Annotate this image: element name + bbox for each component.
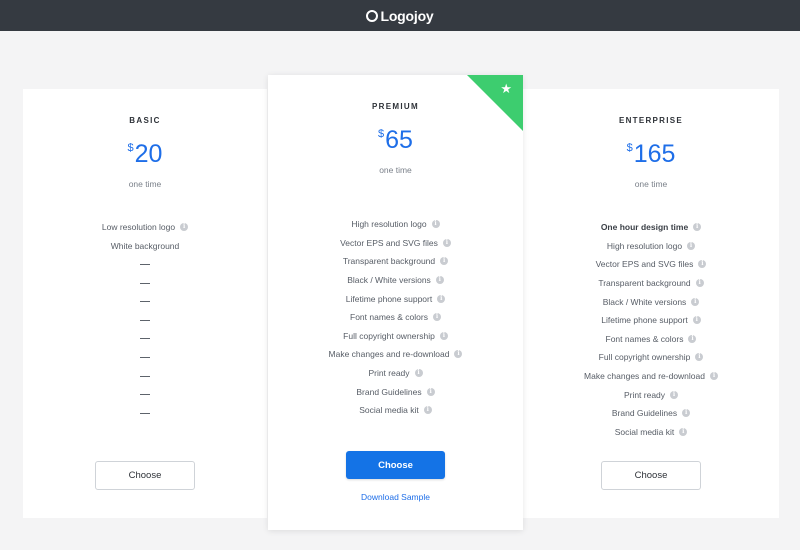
info-icon[interactable]: i	[426, 387, 435, 396]
info-icon[interactable]: i	[692, 316, 701, 325]
feature-item: Font names & colors i	[268, 308, 523, 327]
dash-icon	[140, 338, 150, 340]
plan-period: one time	[128, 179, 162, 189]
info-icon[interactable]: i	[442, 238, 451, 247]
dash-icon	[140, 394, 150, 396]
feature-item: High resolution logo i	[268, 215, 523, 234]
star-icon: ★	[500, 82, 512, 97]
plan-name: BASIC	[129, 116, 161, 125]
info-icon[interactable]: i	[180, 223, 189, 232]
feature-item: Low resolution logo i	[23, 218, 267, 237]
plan-card-premium: ★ PREMIUM $65 one time High resolution l…	[268, 75, 523, 530]
plan-name: PREMIUM	[372, 102, 419, 111]
feature-item-empty	[23, 348, 267, 367]
feature-item: Font names & colors i	[523, 330, 779, 349]
dash-icon	[140, 301, 150, 303]
info-icon[interactable]: i	[432, 313, 441, 322]
info-icon[interactable]: i	[695, 279, 704, 288]
plan-period: one time	[634, 179, 668, 189]
info-icon[interactable]: i	[439, 331, 448, 340]
feature-item: Transparent background i	[523, 274, 779, 293]
info-icon[interactable]: i	[435, 276, 444, 285]
feature-item-empty	[23, 330, 267, 349]
feature-item: Black / White versions i	[523, 292, 779, 311]
feature-item: Full copyright ownership i	[523, 348, 779, 367]
dash-icon	[140, 412, 150, 414]
info-icon[interactable]: i	[670, 390, 679, 399]
feature-item-empty	[23, 385, 267, 404]
plan-price: $20	[23, 140, 267, 169]
feature-item: Print ready i	[523, 385, 779, 404]
feature-item: Vector EPS and SVG files i	[523, 255, 779, 274]
brand-logo[interactable]: Logojoy	[366, 7, 434, 24]
currency-symbol: $	[626, 142, 633, 154]
plan-name: ENTERPRISE	[618, 116, 684, 125]
feature-item: Full copyright ownership i	[268, 327, 523, 346]
choose-premium-button[interactable]: Choose	[346, 451, 445, 479]
ring-logo-icon	[366, 9, 379, 22]
feature-item: One hour design time i	[523, 218, 779, 237]
feature-item: Vector EPS and SVG files i	[268, 234, 523, 253]
currency-symbol: $	[378, 128, 385, 140]
info-icon[interactable]: i	[440, 257, 449, 266]
feature-item-empty	[23, 367, 267, 386]
info-icon[interactable]: i	[688, 334, 697, 343]
feature-item: Social media kit i	[523, 423, 779, 442]
feature-item: High resolution logo i	[523, 237, 779, 256]
info-icon[interactable]: i	[691, 297, 700, 306]
choose-enterprise-button[interactable]: Choose	[601, 461, 701, 490]
plan-price: $65	[268, 126, 523, 155]
feature-item: Social media kit i	[268, 401, 523, 420]
info-icon[interactable]: i	[437, 294, 446, 303]
info-icon[interactable]: i	[682, 409, 691, 418]
info-icon[interactable]: i	[423, 406, 432, 415]
feature-item: Transparent background i	[268, 252, 523, 271]
feature-item-empty	[23, 255, 267, 274]
info-icon[interactable]: i	[414, 369, 423, 378]
feature-list: Low resolution logo i White background	[23, 218, 267, 423]
dash-icon	[140, 319, 150, 321]
info-icon[interactable]: i	[687, 241, 696, 250]
plan-price: $165	[523, 140, 779, 169]
brand-name: Logojoy	[380, 7, 434, 24]
feature-item: Brand Guidelines i	[523, 404, 779, 423]
info-icon[interactable]: i	[698, 260, 707, 269]
feature-item: Brand Guidelines i	[268, 382, 523, 401]
feature-item-empty	[23, 404, 267, 423]
price-amount: 165	[633, 140, 676, 168]
dash-icon	[140, 263, 150, 265]
dash-icon	[140, 375, 150, 377]
feature-item: Black / White versions i	[268, 271, 523, 290]
feature-item-empty	[23, 292, 267, 311]
price-amount: 65	[385, 126, 413, 154]
info-icon[interactable]: i	[454, 350, 463, 359]
feature-item: Make changes and re-download i	[523, 367, 779, 386]
info-icon[interactable]: i	[679, 427, 688, 436]
dash-icon	[140, 282, 150, 284]
feature-list: High resolution logo i Vector EPS and SVG…	[268, 215, 523, 420]
feature-item: Make changes and re-download i	[268, 345, 523, 364]
dash-icon	[140, 356, 150, 358]
download-sample-link[interactable]: Download Sample	[268, 492, 523, 502]
plan-card-basic: BASIC $20 one time Low resolution logo i …	[23, 89, 267, 518]
feature-item: Lifetime phone support i	[268, 289, 523, 308]
feature-item: Lifetime phone support i	[523, 311, 779, 330]
info-icon[interactable]: i	[695, 353, 704, 362]
choose-basic-button[interactable]: Choose	[95, 461, 195, 490]
top-bar: Logojoy	[0, 0, 800, 31]
feature-list: One hour design time i High resolution lo…	[523, 218, 779, 441]
feature-item: Print ready i	[268, 364, 523, 383]
plan-card-enterprise: ENTERPRISE $165 one time One hour design…	[523, 89, 779, 518]
info-icon[interactable]: i	[431, 220, 440, 229]
feature-item-empty	[23, 311, 267, 330]
plan-period: one time	[379, 165, 412, 175]
price-amount: 20	[134, 140, 163, 168]
info-icon[interactable]: i	[693, 223, 702, 232]
feature-item: White background	[110, 240, 180, 251]
info-icon[interactable]: i	[709, 372, 718, 381]
currency-symbol: $	[127, 142, 134, 154]
feature-item-empty	[23, 274, 267, 293]
